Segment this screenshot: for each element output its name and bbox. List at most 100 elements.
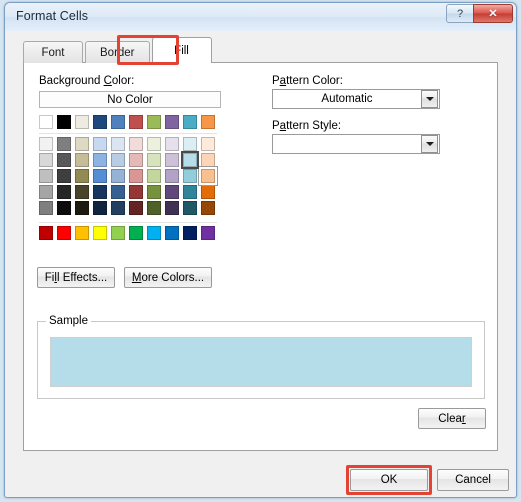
color-swatch-standard-9[interactable] xyxy=(201,226,215,240)
color-swatch-tint-2-4[interactable] xyxy=(111,169,125,183)
sample-group: Sample xyxy=(37,315,485,399)
sample-preview xyxy=(50,337,472,387)
color-swatch-tint-3-7[interactable] xyxy=(165,185,179,199)
color-swatch-standard-7[interactable] xyxy=(165,226,179,240)
pattern-color-value: Automatic xyxy=(321,93,373,105)
color-swatch-tint-0-5[interactable] xyxy=(129,137,143,151)
tab-border[interactable]: Border xyxy=(85,41,150,63)
color-swatch-tint-3-4[interactable] xyxy=(111,185,125,199)
color-swatch-accent-5[interactable] xyxy=(129,115,143,129)
color-swatch-tint-3-9[interactable] xyxy=(201,185,215,199)
color-swatch-tint-1-3[interactable] xyxy=(93,153,107,167)
color-swatch-accent-4[interactable] xyxy=(111,115,125,129)
color-swatch-tint-0-2[interactable] xyxy=(75,137,89,151)
ok-button[interactable]: OK xyxy=(350,469,428,491)
pattern-style-label: Pattern Style: xyxy=(272,120,342,132)
color-swatch-accent-2[interactable] xyxy=(75,115,89,129)
pattern-color-dropdown[interactable]: Automatic xyxy=(272,89,440,109)
color-swatch-tint-4-1[interactable] xyxy=(57,201,71,215)
color-swatch-tint-1-4[interactable] xyxy=(111,153,125,167)
tab-font[interactable]: Font xyxy=(23,41,83,63)
help-icon[interactable]: ? xyxy=(446,4,474,23)
color-swatch-tint-3-5[interactable] xyxy=(129,185,143,199)
color-swatch-tint-4-6[interactable] xyxy=(147,201,161,215)
color-swatch-tint-2-0[interactable] xyxy=(39,169,53,183)
color-swatch-tint-0-1[interactable] xyxy=(57,137,71,151)
color-swatch-standard-4[interactable] xyxy=(111,226,125,240)
clear-button[interactable]: Clea r xyxy=(418,408,486,429)
color-swatch-tint-2-5[interactable] xyxy=(129,169,143,183)
color-swatch-tint-4-8[interactable] xyxy=(183,201,197,215)
tab-fill[interactable]: Fill xyxy=(151,37,212,63)
color-swatch-standard-1[interactable] xyxy=(57,226,71,240)
color-swatch-tint-0-6[interactable] xyxy=(147,137,161,151)
fill-tab-panel: Background Color: No Color Fi l l Effects.… xyxy=(23,62,498,451)
color-swatch-standard-3[interactable] xyxy=(93,226,107,240)
color-swatch-tint-0-3[interactable] xyxy=(93,137,107,151)
color-swatch-standard-2[interactable] xyxy=(75,226,89,240)
color-swatch-accent-7[interactable] xyxy=(165,115,179,129)
color-swatch-tint-4-5[interactable] xyxy=(129,201,143,215)
color-swatch-tint-1-8[interactable] xyxy=(181,151,199,169)
color-swatch-tint-0-0[interactable] xyxy=(39,137,53,151)
dialog-title: Format Cells xyxy=(16,9,89,23)
color-swatch-accent-8[interactable] xyxy=(183,115,197,129)
color-swatch-tint-1-1[interactable] xyxy=(57,153,71,167)
palette-divider xyxy=(39,133,217,134)
more-colors-button[interactable]: More Colors... xyxy=(124,267,212,288)
color-swatch-accent-0[interactable] xyxy=(39,115,53,129)
palette-tint-row-0 xyxy=(39,137,217,151)
chevron-down-icon[interactable] xyxy=(421,135,438,153)
color-swatch-tint-3-2[interactable] xyxy=(75,185,89,199)
no-color-button[interactable]: No Color xyxy=(39,91,221,108)
sample-legend: Sample xyxy=(46,315,91,327)
color-swatch-accent-6[interactable] xyxy=(147,115,161,129)
fill-effects-button[interactable]: Fi l l Effects... xyxy=(37,267,115,288)
color-swatch-tint-3-0[interactable] xyxy=(39,185,53,199)
color-swatch-tint-3-3[interactable] xyxy=(93,185,107,199)
color-swatch-tint-0-4[interactable] xyxy=(111,137,125,151)
color-swatch-tint-2-7[interactable] xyxy=(165,169,179,183)
color-swatch-tint-4-0[interactable] xyxy=(39,201,53,215)
color-swatch-tint-4-7[interactable] xyxy=(165,201,179,215)
color-swatch-tint-1-7[interactable] xyxy=(165,153,179,167)
pattern-style-dropdown[interactable] xyxy=(272,134,440,154)
color-swatch-tint-1-2[interactable] xyxy=(75,153,89,167)
chevron-down-icon[interactable] xyxy=(421,90,438,108)
color-swatch-standard-8[interactable] xyxy=(183,226,197,240)
color-swatch-standard-6[interactable] xyxy=(147,226,161,240)
palette-divider-2 xyxy=(39,222,217,223)
color-swatch-tint-2-2[interactable] xyxy=(75,169,89,183)
color-swatch-tint-2-1[interactable] xyxy=(57,169,71,183)
color-swatch-tint-4-2[interactable] xyxy=(75,201,89,215)
color-swatch-standard-0[interactable] xyxy=(39,226,53,240)
color-swatch-tint-4-9[interactable] xyxy=(201,201,215,215)
color-swatch-accent-9[interactable] xyxy=(201,115,215,129)
color-swatch-tint-2-6[interactable] xyxy=(147,169,161,183)
color-swatch-accent-3[interactable] xyxy=(93,115,107,129)
color-swatch-tint-1-6[interactable] xyxy=(147,153,161,167)
color-swatch-tint-0-8[interactable] xyxy=(183,137,197,151)
color-swatch-standard-5[interactable] xyxy=(129,226,143,240)
color-swatch-tint-1-5[interactable] xyxy=(129,153,143,167)
color-swatch-tint-3-8[interactable] xyxy=(183,185,197,199)
color-swatch-tint-2-8[interactable] xyxy=(183,169,197,183)
color-swatch-tint-2-3[interactable] xyxy=(93,169,107,183)
color-swatch-tint-0-9[interactable] xyxy=(201,137,215,151)
color-swatch-tint-4-3[interactable] xyxy=(93,201,107,215)
palette-accent-row xyxy=(39,115,217,129)
color-swatch-tint-4-4[interactable] xyxy=(111,201,125,215)
palette-tint-row-1 xyxy=(39,151,217,169)
color-swatch-tint-3-6[interactable] xyxy=(147,185,161,199)
close-x-icon[interactable]: ✕ xyxy=(473,4,513,23)
cancel-button[interactable]: Cancel xyxy=(437,469,509,491)
color-swatch-tint-1-9[interactable] xyxy=(201,153,215,167)
color-swatch-tint-1-0[interactable] xyxy=(39,153,53,167)
color-swatch-tint-3-1[interactable] xyxy=(57,185,71,199)
color-swatch-accent-1[interactable] xyxy=(57,115,71,129)
pattern-color-label: Pattern Color: xyxy=(272,75,343,87)
palette-standard-row xyxy=(39,226,217,240)
color-swatch-tint-2-9[interactable] xyxy=(201,169,215,183)
color-swatch-tint-0-7[interactable] xyxy=(165,137,179,151)
palette-tint-row-4 xyxy=(39,201,217,215)
